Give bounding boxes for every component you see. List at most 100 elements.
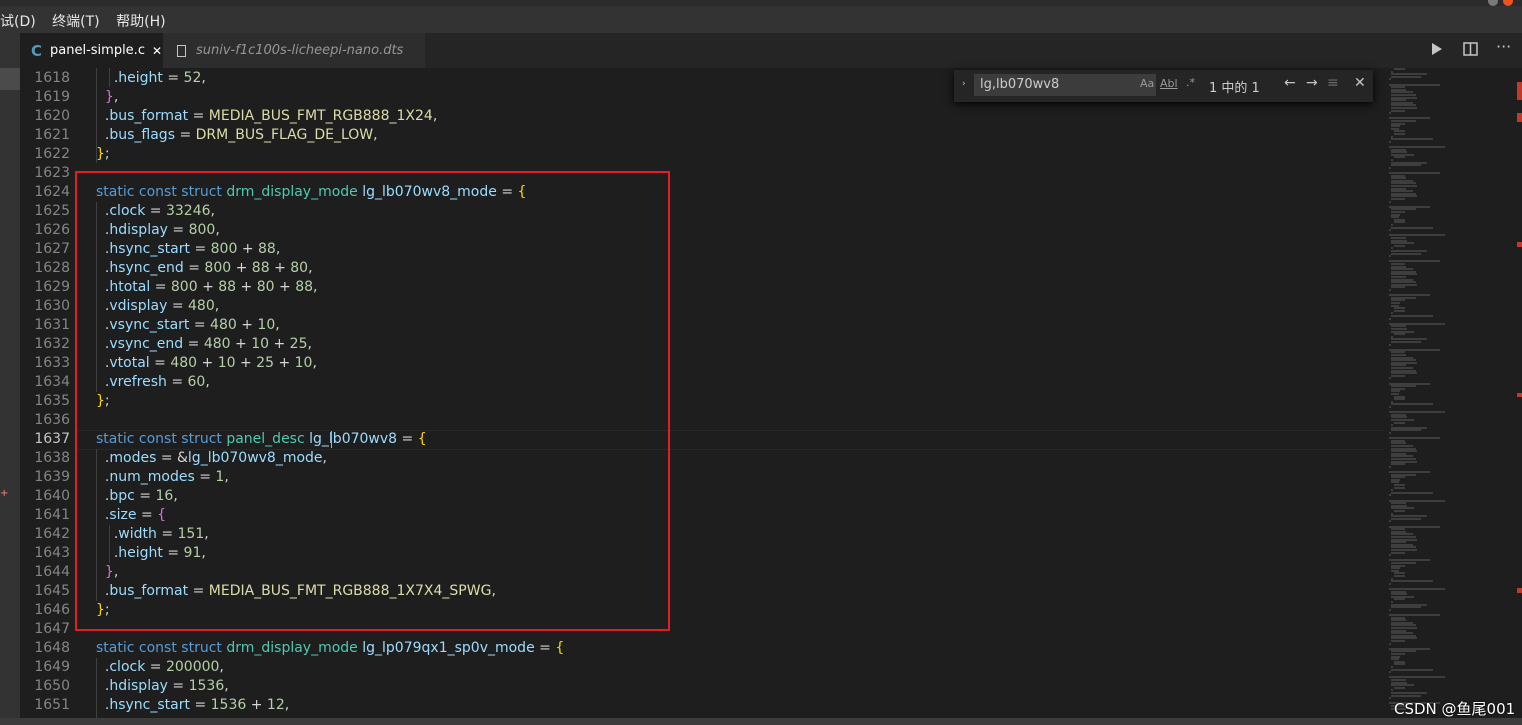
minimap-line bbox=[1389, 200, 1391, 203]
minimap-line bbox=[1393, 68, 1406, 70]
line-number: 1639 bbox=[34, 469, 70, 485]
line-number: 1648 bbox=[34, 640, 70, 656]
run-icon[interactable] bbox=[1431, 42, 1443, 60]
minimap-line bbox=[1391, 341, 1422, 343]
minimap-line bbox=[1391, 491, 1433, 494]
line-number: 1631 bbox=[34, 317, 70, 333]
scrollbar[interactable] bbox=[1510, 68, 1522, 718]
line-number: 1620 bbox=[34, 108, 70, 124]
whole-word-icon[interactable]: Abl bbox=[1160, 77, 1178, 90]
minimap-line bbox=[1393, 398, 1406, 401]
minimap-line bbox=[1391, 580, 1433, 583]
line-number: 1618 bbox=[34, 70, 70, 86]
match-case-icon[interactable]: Aa bbox=[1140, 77, 1154, 90]
next-match-icon[interactable]: → bbox=[1306, 75, 1318, 91]
activity-badge: + bbox=[0, 488, 9, 499]
minimap-line bbox=[1389, 465, 1391, 468]
menu-terminal[interactable]: 终端(T) bbox=[52, 14, 99, 30]
minimap-line bbox=[1391, 668, 1433, 671]
minimap-line bbox=[1389, 406, 1391, 408]
split-editor-icon[interactable] bbox=[1463, 42, 1478, 60]
code-line: .bus_format = MEDIA_BUS_FMT_RGB888_1X24, bbox=[104, 108, 438, 124]
line-number: 1632 bbox=[34, 336, 70, 352]
minimap-line bbox=[1391, 606, 1422, 609]
scroll-marker bbox=[1517, 82, 1522, 100]
tab-bar: C panel-simple.c ✕ suniv-f1c100s-licheep… bbox=[20, 33, 1522, 68]
line-number: 1636 bbox=[34, 412, 70, 428]
tab-suniv-dts[interactable]: suniv-f1c100s-licheepi-nano.dts bbox=[163, 33, 425, 68]
line-number: 1650 bbox=[34, 678, 70, 694]
minimap-line bbox=[1393, 510, 1406, 512]
minimap-line bbox=[1389, 343, 1391, 346]
menu-debug[interactable]: 试(D) bbox=[0, 14, 36, 30]
minimap-line bbox=[1391, 286, 1405, 289]
c-file-icon: C bbox=[31, 41, 43, 60]
minimap-line bbox=[1393, 133, 1406, 135]
minimap-line bbox=[1389, 229, 1391, 232]
minimap-line bbox=[1391, 315, 1433, 317]
minimap-line bbox=[1389, 432, 1391, 434]
minimap-line bbox=[1391, 640, 1405, 642]
more-actions-icon[interactable]: ··· bbox=[1496, 37, 1511, 56]
line-number: 1625 bbox=[34, 203, 70, 219]
code-line: .height = 52, bbox=[113, 70, 206, 86]
minimap-line bbox=[1389, 255, 1391, 258]
line-number: 1619 bbox=[34, 89, 70, 105]
minimap-line bbox=[1393, 486, 1406, 489]
minimap-line bbox=[1389, 317, 1391, 320]
file-icon bbox=[177, 44, 186, 57]
toggle-replace-icon[interactable]: › bbox=[962, 79, 966, 89]
minimap-line bbox=[1393, 333, 1406, 336]
code-line: static const struct drm_display_mode lg_… bbox=[96, 640, 565, 656]
minimap-line bbox=[1389, 494, 1391, 497]
tab-label: panel-simple.c bbox=[50, 43, 145, 58]
line-number: 1645 bbox=[34, 583, 70, 599]
panel-bar bbox=[0, 718, 1522, 725]
minimap[interactable] bbox=[1385, 68, 1510, 718]
minimap-line bbox=[1391, 109, 1405, 112]
line-number: 1642 bbox=[34, 526, 70, 542]
find-widget: › lg,lb070wv8 Aa Abl Abl .* 1 中的 1 ← → ≡… bbox=[954, 70, 1373, 102]
minimap-line bbox=[1391, 164, 1422, 167]
title-strip bbox=[0, 0, 1522, 6]
minimap-line bbox=[1389, 112, 1391, 115]
line-number: 1623 bbox=[34, 165, 70, 181]
minimap-line bbox=[1393, 156, 1406, 159]
previous-match-icon[interactable]: ← bbox=[1284, 75, 1296, 91]
line-number: 1646 bbox=[34, 602, 70, 618]
find-input[interactable]: lg,lb070wv8 Aa Abl bbox=[974, 74, 1156, 96]
minimap-line bbox=[1393, 221, 1406, 224]
minimap-line bbox=[1391, 252, 1422, 255]
minimap-line bbox=[1391, 517, 1422, 520]
minimap-line bbox=[1389, 289, 1391, 291]
text-cursor bbox=[331, 431, 332, 448]
regex-icon[interactable]: .* bbox=[1186, 76, 1195, 89]
minimap-line bbox=[1389, 78, 1391, 81]
minimap-line bbox=[1393, 309, 1406, 312]
minimap-line bbox=[1393, 575, 1406, 577]
close-find-icon[interactable]: ✕ bbox=[1354, 75, 1366, 91]
activity-item-selected[interactable] bbox=[0, 68, 20, 90]
code-line: .bus_flags = DRM_BUS_FLAG_DE_LOW, bbox=[104, 127, 378, 143]
minimap-line bbox=[1389, 697, 1391, 700]
line-number: 1629 bbox=[34, 279, 70, 295]
minimap-line bbox=[1391, 463, 1405, 466]
tab-panel-simple-c[interactable]: C panel-simple.c ✕ bbox=[20, 33, 163, 68]
minimap-line bbox=[1389, 608, 1391, 611]
code-line: }; bbox=[96, 146, 110, 162]
line-number: 1630 bbox=[34, 298, 70, 314]
find-result-count: 1 中的 1 bbox=[1209, 81, 1260, 96]
code-line: .hdisplay = 1536, bbox=[104, 678, 229, 694]
minimap-line bbox=[1389, 140, 1391, 143]
line-number: 1638 bbox=[34, 450, 70, 466]
activity-bar: + bbox=[0, 33, 20, 725]
line-number: 1621 bbox=[34, 127, 70, 143]
tab-close-icon[interactable]: ✕ bbox=[152, 44, 162, 58]
scroll-marker bbox=[1517, 393, 1522, 397]
minimap-line bbox=[1391, 138, 1433, 141]
menu-help[interactable]: 帮助(H) bbox=[116, 14, 165, 30]
minimap-line bbox=[1393, 421, 1406, 424]
line-number: 1651 bbox=[34, 697, 70, 713]
menu-bar: 试(D) 终端(T) 帮助(H) bbox=[0, 0, 1522, 33]
find-in-selection-icon[interactable]: ≡ bbox=[1327, 75, 1339, 91]
